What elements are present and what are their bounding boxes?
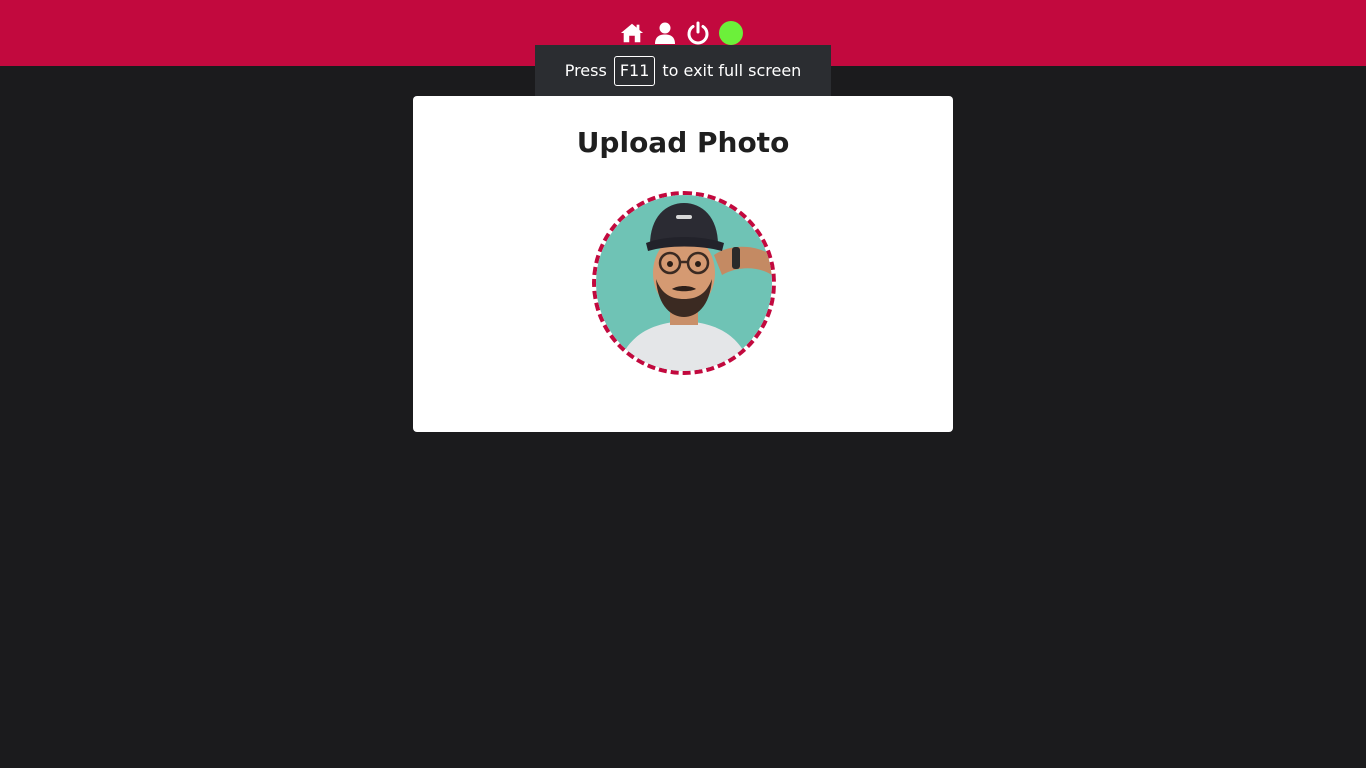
profile-photo [596, 195, 772, 371]
home-icon[interactable] [620, 21, 644, 45]
fullscreen-notice: Press F11 to exit full screen [535, 45, 831, 96]
profile-photo-upload[interactable] [592, 191, 776, 375]
power-icon[interactable] [686, 21, 710, 45]
fullscreen-notice-prefix: Press [564, 61, 607, 80]
fullscreen-notice-suffix: to exit full screen [662, 61, 802, 80]
fullscreen-key-badge: F11 [613, 55, 656, 86]
topbar-icon-group [620, 21, 743, 45]
page-title: Upload Photo [576, 126, 790, 159]
user-icon[interactable] [653, 21, 677, 45]
status-indicator [719, 21, 743, 45]
